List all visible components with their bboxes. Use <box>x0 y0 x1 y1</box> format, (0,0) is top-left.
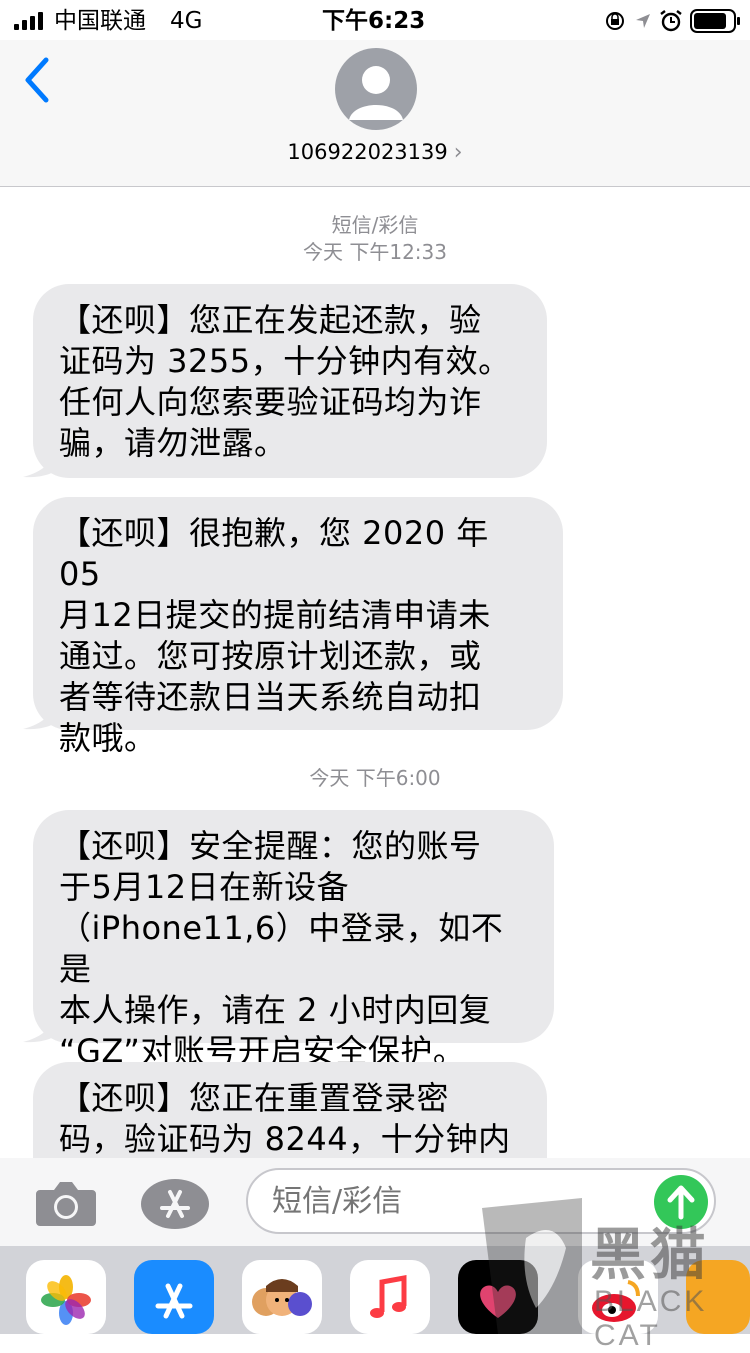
message-text: 【还呗】您正在重置登录密 码，验证码为 8244，十分钟内 <box>59 1079 511 1158</box>
battery-icon <box>690 9 740 33</box>
message-text: 【还呗】安全提醒：您的账号 于5月12日在新设备 （iPhone11,6）中登录… <box>59 827 504 1070</box>
service-label: 短信/彩信 <box>331 213 419 237</box>
music-note-icon[interactable] <box>350 1260 430 1334</box>
clock: 下午6:23 <box>322 8 426 34</box>
watermark-subtext: BLACK CAT <box>594 1285 708 1352</box>
person-silhouette-icon <box>349 66 403 120</box>
photos-icon[interactable] <box>26 1260 106 1334</box>
contact-number: 106922023139 <box>287 140 448 164</box>
message-text: 【还呗】很抱歉，您 2020 年 05 月12日提交的提前结清申请未 通过。您可… <box>59 514 491 757</box>
alarm-icon <box>660 10 682 32</box>
app-store-app-icon[interactable] <box>134 1260 214 1334</box>
location-icon <box>636 14 650 28</box>
back-chevron-icon[interactable] <box>18 54 58 106</box>
conversation-header: 106922023139 › <box>0 40 750 187</box>
camera-icon[interactable] <box>34 1180 98 1228</box>
message-bubble[interactable]: 【还呗】您正在发起还款，验 证码为 3255，十分钟内有效。 任何人向您索要验证… <box>23 284 547 478</box>
memoji-icon[interactable] <box>242 1260 322 1334</box>
watermark-text: 黑猫 <box>590 1223 710 1288</box>
chevron-right-icon: › <box>453 140 463 165</box>
contact-avatar[interactable] <box>335 48 417 130</box>
status-bar: 中国联通 4G 下午6:23 <box>0 0 750 40</box>
bubble-tail <box>23 696 59 730</box>
timestamp: 今天 下午6:00 <box>309 766 441 790</box>
signal-icon <box>14 12 46 30</box>
rotation-lock-icon <box>606 12 624 30</box>
bubble-tail <box>23 444 59 478</box>
contact-title[interactable]: 106922023139 › <box>0 140 750 165</box>
message-bubble[interactable]: 【还呗】很抱歉，您 2020 年 05 月12日提交的提前结清申请未 通过。您可… <box>23 497 563 757</box>
app-store-icon[interactable] <box>140 1178 210 1230</box>
network-label: 4G <box>170 8 203 34</box>
carrier-label: 中国联通 <box>54 8 146 34</box>
bubble-tail <box>23 1009 59 1043</box>
message-bubble[interactable]: 【还呗】安全提醒：您的账号 于5月12日在新设备 （iPhone11,6）中登录… <box>23 810 554 1070</box>
timestamp: 今天 下午12:33 <box>303 240 447 264</box>
message-text: 【还呗】您正在发起还款，验 证码为 3255，十分钟内有效。 任何人向您索要验证… <box>59 301 511 462</box>
